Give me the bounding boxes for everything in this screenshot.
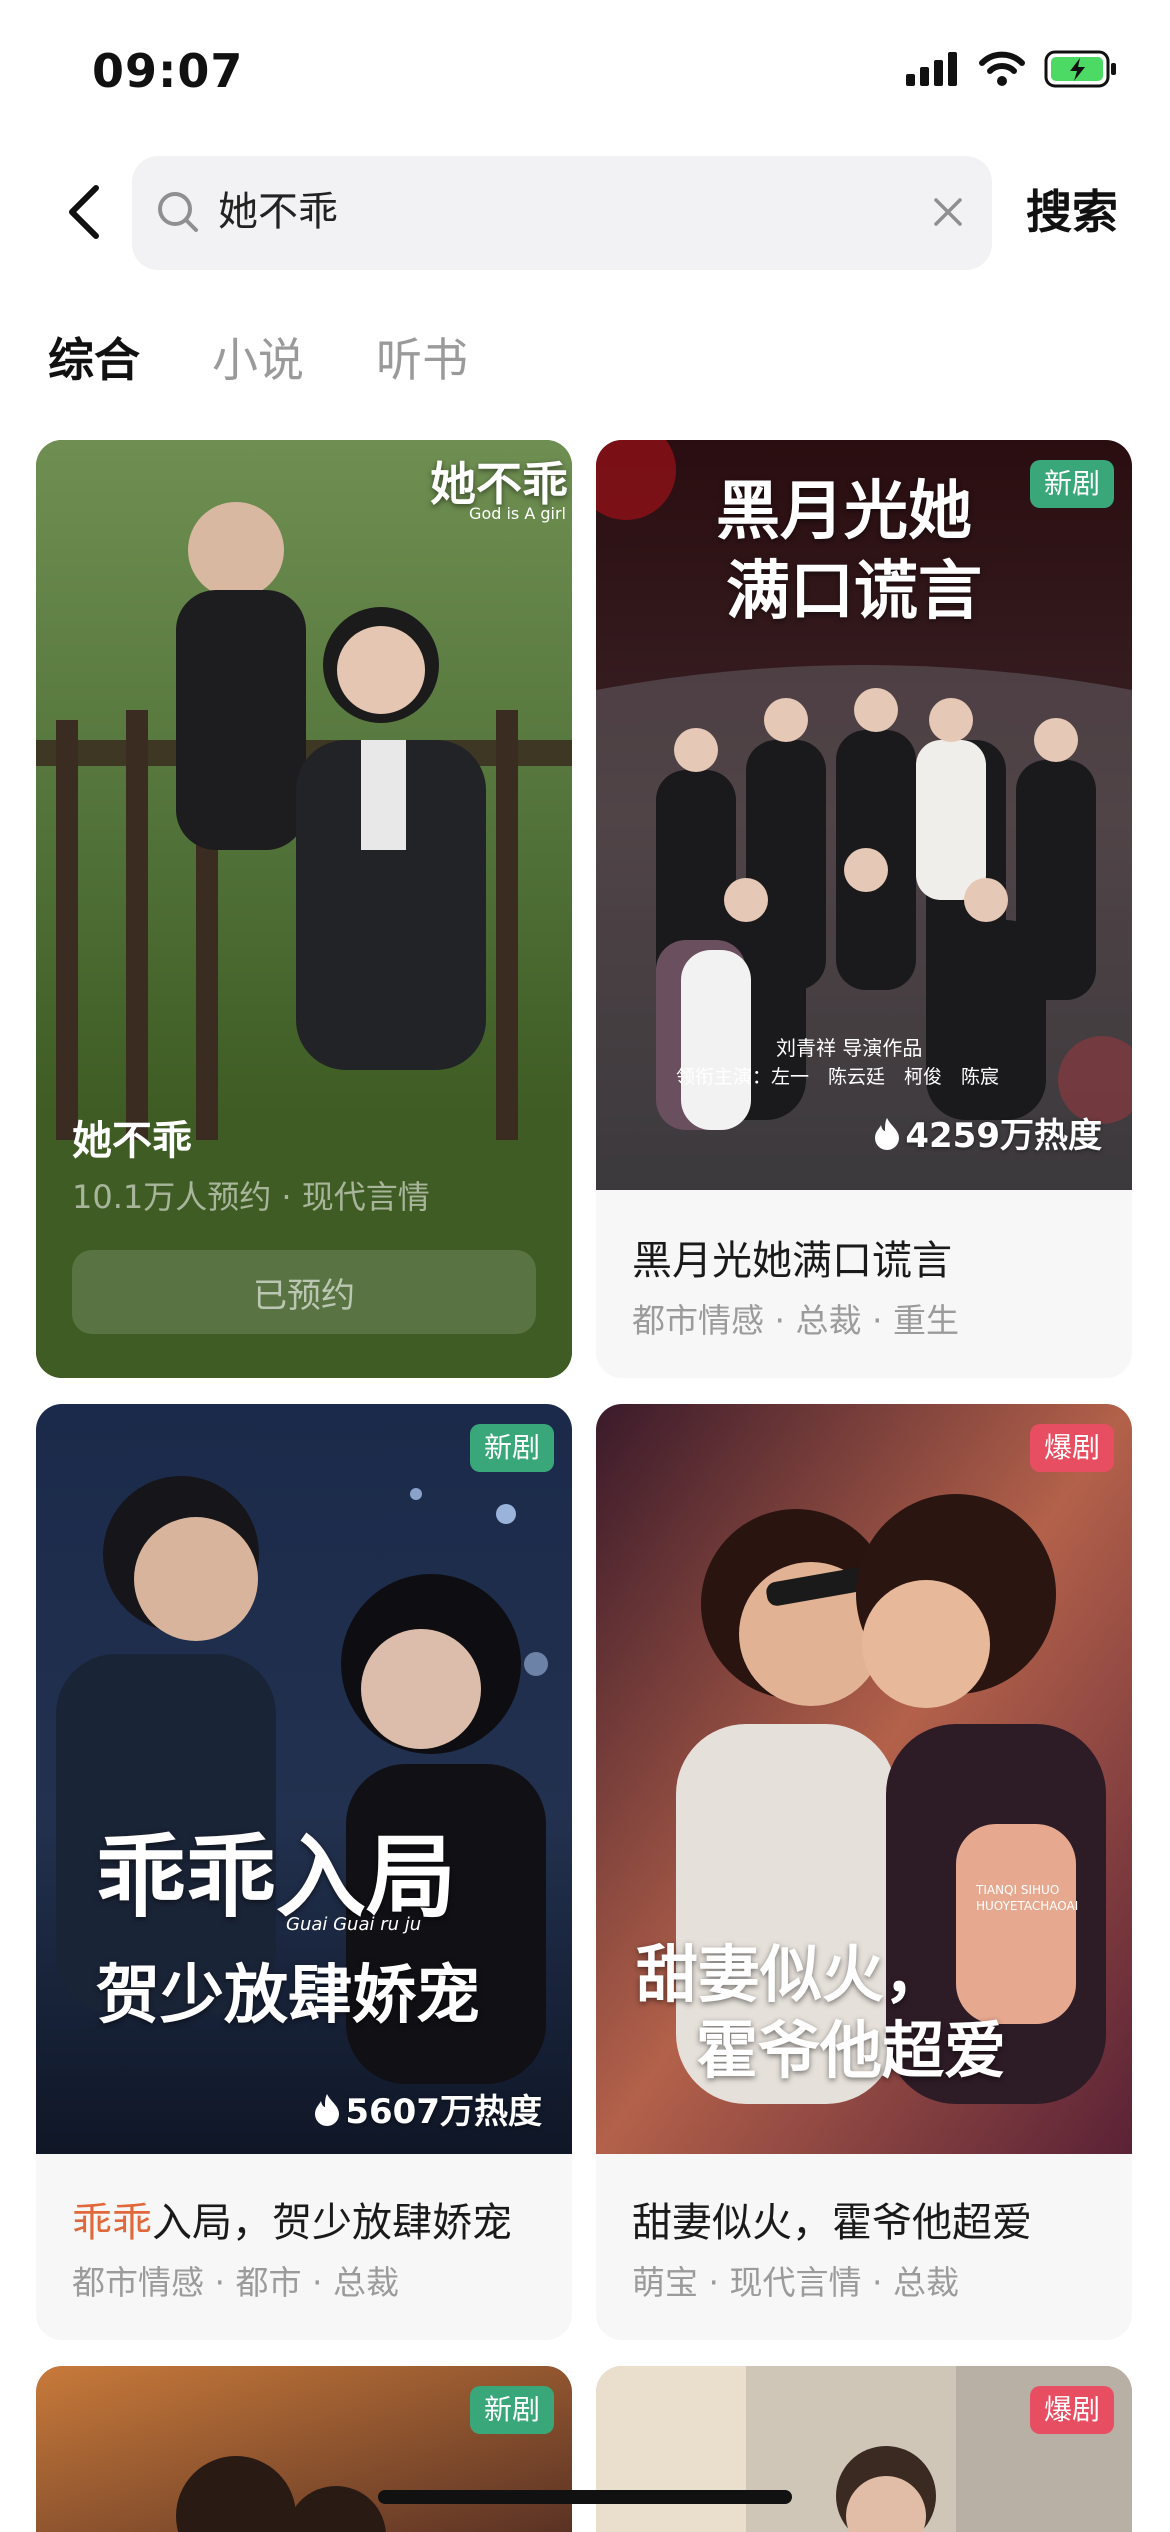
back-button[interactable] (52, 168, 116, 256)
search-icon (158, 192, 198, 232)
heat-value: 4259万热度 (905, 1116, 1102, 1156)
drama-card[interactable]: 乖乖入局 Guai Guai ru ju 贺少放肆娇宠 新剧 5607万热度 乖… (36, 1404, 572, 2340)
card-title: 甜妻似火，霍爷他超爱 (632, 2200, 1032, 2246)
status-time: 09:07 (92, 44, 244, 98)
new-badge: 新剧 (1029, 460, 1114, 508)
poster-title-line-2: 贺少放肆娇宠 (96, 1958, 480, 2033)
poster-title-line-2: 满口谎言 (726, 554, 982, 629)
drama-card-featured[interactable]: 她不乖 God is A girl 她不乖 10.1万人预约 · 现代言情 已预… (36, 440, 572, 1378)
hot-badge: 爆剧 (1029, 1424, 1114, 1472)
battery-charging-icon (1044, 50, 1116, 88)
drama-card[interactable]: 新剧 (36, 2366, 572, 2532)
heat-value: 5607万热度 (345, 2092, 542, 2132)
tab-novel[interactable]: 小说 (212, 324, 304, 390)
poster-director-credit: 刘青祥 导演作品 (776, 1036, 923, 1060)
drama-card[interactable]: 甜妻似火， 霍爷他超爱 TIANQI SIHUO HUOYETACHAOAI 爆… (596, 1404, 1132, 2340)
chevron-left-icon (69, 185, 99, 239)
card-tags: 都市情感 · 都市 · 总裁 (72, 2263, 399, 2302)
heat-count: 4259万热度 (873, 1108, 1102, 1157)
poster-title-line-1: 黑月光她 (716, 474, 972, 549)
result-tabs: 综合 小说 听书 (48, 324, 468, 390)
poster-romanized: TIANQI SIHUO HUOYETACHAOAI (976, 1883, 1079, 1913)
search-button[interactable]: 搜索 (1026, 176, 1118, 242)
poster-romanized: Guai Guai ru ju (286, 1914, 422, 1935)
status-icons (906, 50, 1118, 88)
heat-count: 5607万热度 (313, 2084, 542, 2133)
drama-card[interactable]: 黑月光她 满口谎言 刘青祥 导演作品 领衔主演：左一 陈云廷 柯俊 陈宸 新剧 … (596, 440, 1132, 1378)
wifi-icon (979, 51, 1025, 86)
poster-image (36, 440, 572, 1378)
search-input[interactable]: 她不乖 (132, 156, 992, 270)
flame-icon (875, 1117, 900, 1150)
card-title: 乖乖入局，贺少放肆娇宠 (72, 2190, 512, 2248)
poster-image (36, 1404, 572, 2154)
poster-cast-credit: 领衔主演：左一 陈云廷 柯俊 陈宸 (676, 1066, 1000, 1088)
new-badge: 新剧 (469, 1424, 554, 1472)
poster-subtitle: God is A girl (469, 504, 566, 523)
hot-badge: 爆剧 (1029, 2386, 1114, 2434)
card-tags: 都市情感 · 总裁 · 重生 (632, 1301, 959, 1340)
home-indicator[interactable] (378, 2490, 792, 2504)
tab-all[interactable]: 综合 (48, 324, 140, 390)
cellular-signal-icon (906, 52, 957, 86)
flame-icon (315, 2093, 340, 2126)
new-badge: 新剧 (469, 2386, 554, 2434)
clear-icon[interactable] (928, 192, 968, 232)
card-tags: 萌宝 · 现代言情 · 总裁 (632, 2263, 959, 2302)
card-title-highlight: 乖乖 (72, 2200, 152, 2246)
card-title: 她不乖 (72, 1118, 192, 1164)
reserved-button[interactable]: 已预约 (72, 1250, 536, 1334)
reserved-button-label: 已预约 (253, 1275, 355, 1316)
search-query: 她不乖 (218, 189, 338, 235)
card-title: 黑月光她满口谎言 (632, 1238, 952, 1284)
card-title-rest: 入局，贺少放肆娇宠 (152, 2200, 512, 2246)
status-bar: 09:07 (0, 0, 1170, 150)
poster-title-line-2: 霍爷他超爱 (696, 2014, 1007, 2087)
tab-audiobook[interactable]: 听书 (376, 324, 468, 390)
drama-card[interactable]: 爆剧 (596, 2366, 1132, 2532)
card-meta: 10.1万人预约 · 现代言情 (72, 1178, 430, 1216)
